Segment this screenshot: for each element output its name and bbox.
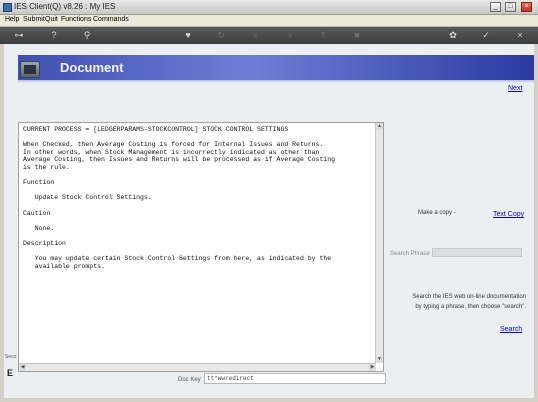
refresh-icon[interactable]: ↻ <box>216 30 226 40</box>
check-icon[interactable]: ✓ <box>481 30 491 40</box>
menu-functions[interactable]: Functions <box>61 16 91 23</box>
document-text-panel: CURRENT PROCESS = [LEDGERPARAMS-STOCKCON… <box>18 122 384 372</box>
menu-bar: Help Submit Quit Functions Commands <box>0 15 538 27</box>
window-title: IES Client(Q) v8.26 : My IES <box>14 2 116 11</box>
doc-key-input[interactable]: tt*wwredirect <box>204 373 386 384</box>
menu-quit[interactable]: Quit <box>45 16 58 23</box>
toolbar: ⊶ ? ⚲ ♥ ↻ « » ⇑ ■ ✿ ✓ × <box>0 27 538 44</box>
left-edge-mark: E <box>7 368 14 378</box>
search-help-line-2: by typing a phrase, then choose "search"… <box>415 304 526 310</box>
content-area: Document Next CURRENT PROCESS = [LEDGERP… <box>4 44 534 398</box>
scroll-down-icon[interactable]: ▼ <box>376 356 383 363</box>
stop-icon[interactable]: ■ <box>352 30 362 40</box>
document-banner: Document <box>18 55 534 80</box>
menu-submit[interactable]: Submit <box>23 16 45 23</box>
close-icon[interactable]: × <box>515 30 525 40</box>
banner-shadow <box>18 80 534 83</box>
menu-commands[interactable]: Commands <box>93 16 129 23</box>
app-icon <box>3 3 12 12</box>
scroll-right-icon[interactable]: ▶ <box>369 364 376 371</box>
horizontal-scrollbar[interactable]: ◀ ▶ <box>19 363 376 371</box>
scroll-left-icon[interactable]: ◀ <box>19 364 26 371</box>
back-icon[interactable]: « <box>250 30 260 40</box>
search-help-text: Search the IES web on-line documentation… <box>402 292 526 312</box>
minimize-button[interactable]: _ <box>490 2 501 12</box>
document-text[interactable]: CURRENT PROCESS = [LEDGERPARAMS-STOCKCON… <box>23 126 373 364</box>
title-bar: IES Client(Q) v8.26 : My IES _ □ × <box>0 0 538 15</box>
upload-icon[interactable]: ⇑ <box>318 30 328 40</box>
make-copy-label: Make a copy - <box>418 210 456 216</box>
search-link[interactable]: Search <box>500 326 522 333</box>
search-icon[interactable]: ⚲ <box>82 30 92 40</box>
document-icon <box>20 61 40 78</box>
settings-icon[interactable]: ✿ <box>448 30 458 40</box>
maximize-button[interactable]: □ <box>505 2 516 12</box>
search-phrase-input[interactable] <box>432 248 522 257</box>
vertical-scrollbar[interactable]: ▲ ▼ <box>375 123 383 363</box>
search-help-line-1: Search the IES web on-line documentation <box>412 294 526 300</box>
help-icon[interactable]: ? <box>49 30 59 40</box>
heart-icon[interactable]: ♥ <box>183 30 193 40</box>
page-title: Document <box>60 60 124 75</box>
next-link[interactable]: Next <box>508 85 522 92</box>
left-edge-label: Seco <box>5 354 17 360</box>
close-window-button[interactable]: × <box>521 2 532 12</box>
left-edge-panel: Seco E <box>4 354 18 398</box>
text-copy-link[interactable]: Text Copy <box>493 211 524 218</box>
key-icon[interactable]: ⊶ <box>10 30 28 40</box>
menu-help[interactable]: Help <box>5 16 19 23</box>
doc-key-label: Doc Key <box>178 377 201 383</box>
search-phrase-label: Search Phrase <box>390 251 430 257</box>
scroll-up-icon[interactable]: ▲ <box>376 123 383 130</box>
forward-icon[interactable]: » <box>285 30 295 40</box>
